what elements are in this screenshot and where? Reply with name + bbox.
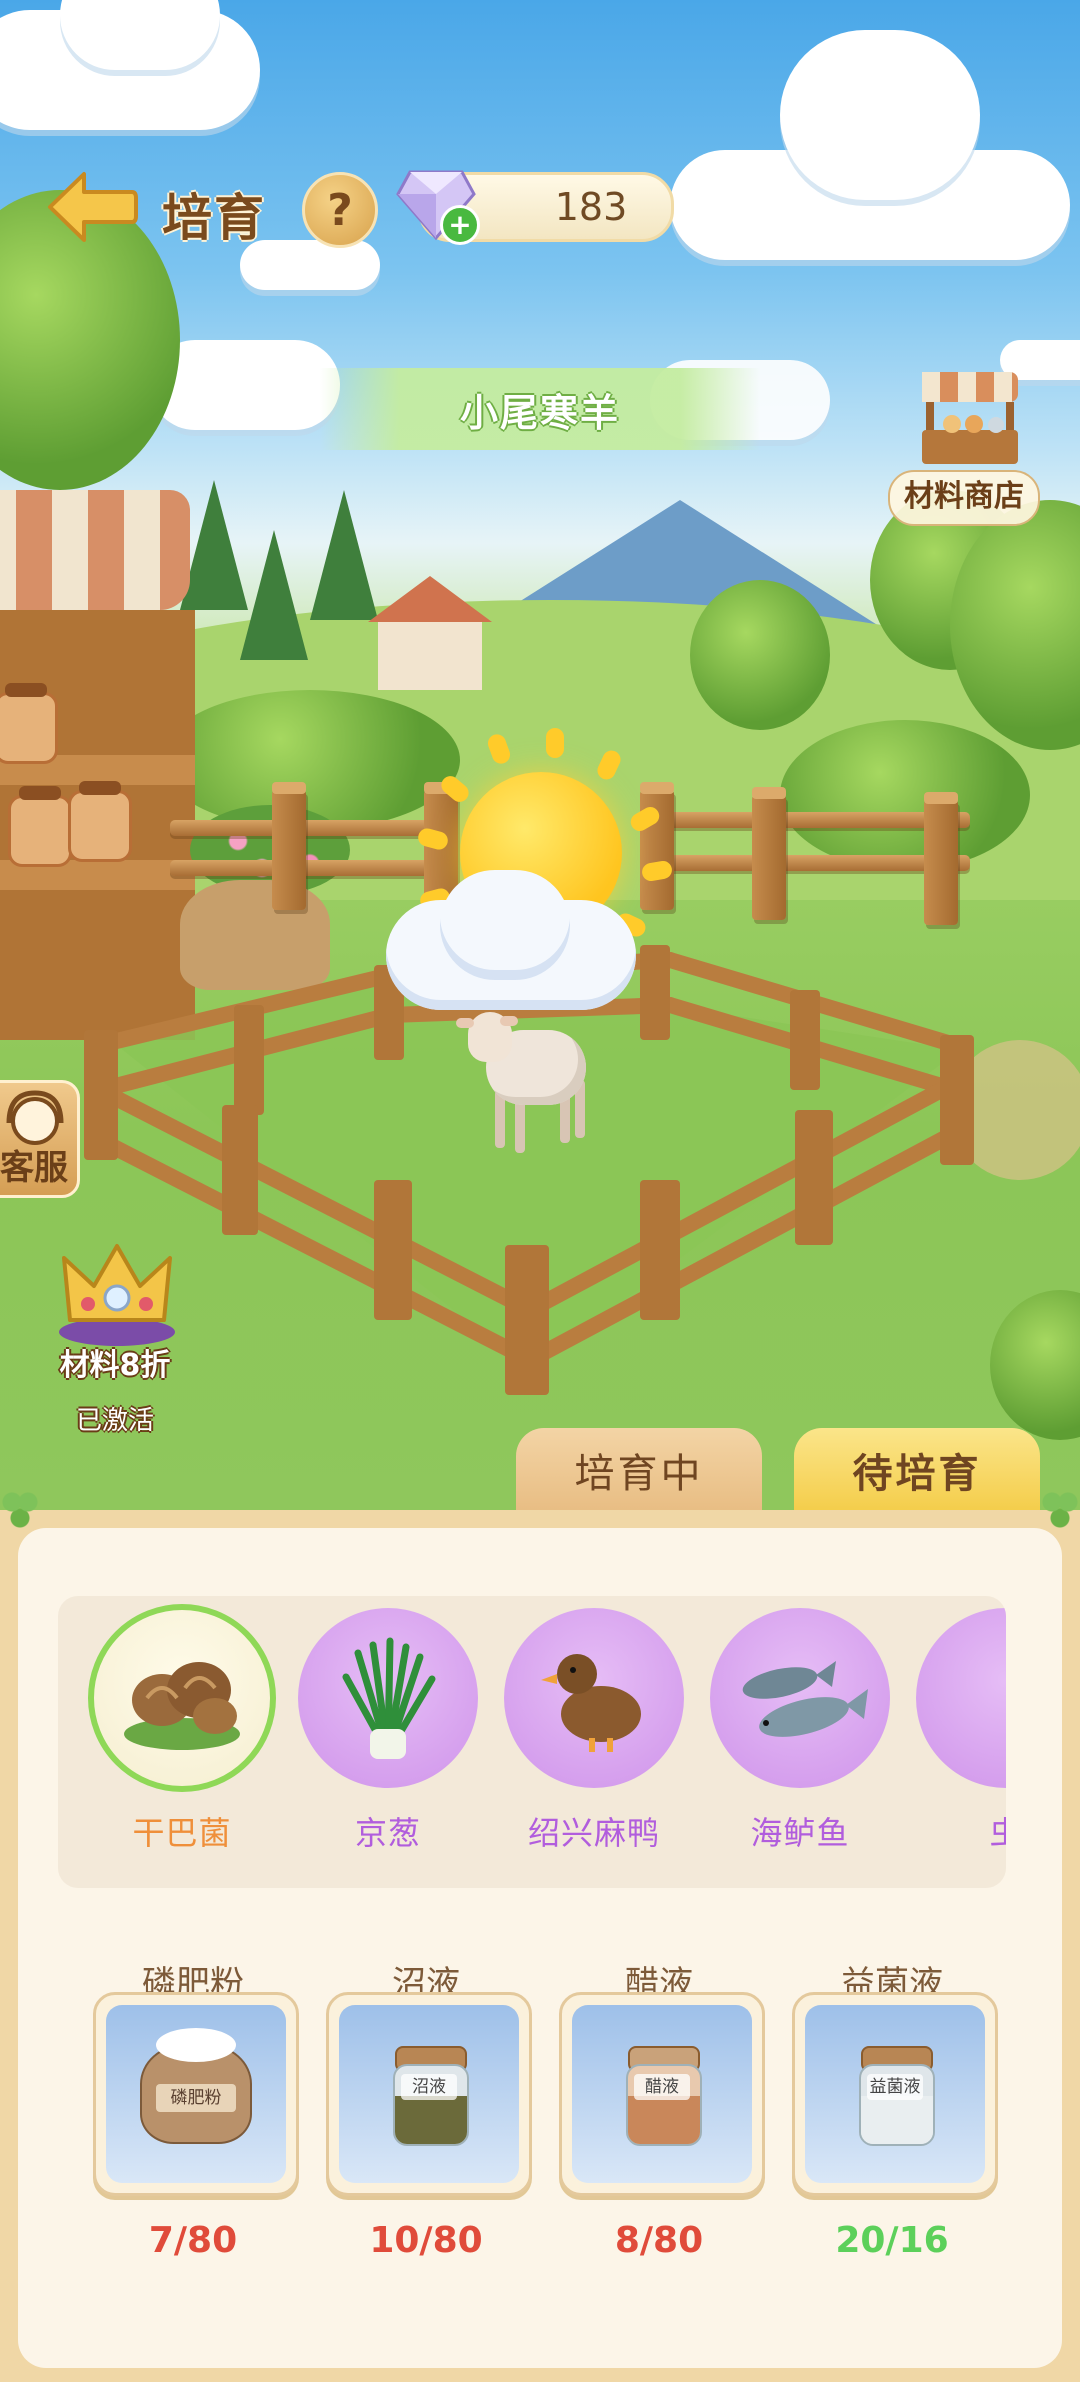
discount-label: 材料8折 — [59, 1348, 171, 1383]
discount-status: 已激活 — [75, 1406, 154, 1436]
item-partial[interactable]: 虫 — [916, 1608, 1006, 1878]
duck-icon — [541, 1654, 641, 1752]
add-gems-button[interactable]: + — [440, 205, 480, 245]
material-phosphate[interactable]: 磷肥粉 磷肥粉 7/80 — [93, 1956, 299, 2266]
vinegar-jar-icon: 醋液 — [626, 2046, 702, 2146]
material-biogas[interactable]: 沼液 沼液 10/80 — [326, 1956, 532, 2266]
back-arrow-icon — [48, 172, 138, 242]
help-button[interactable]: ? — [302, 172, 378, 248]
material-count: 7/80 — [148, 2220, 238, 2261]
item-selector[interactable]: 干巴菌 京葱 绍兴麻鸭 海鲈鱼 — [58, 1596, 1006, 1888]
pet-name-banner: 小尾寒羊 — [320, 368, 760, 450]
material-probiotic[interactable]: 益菌液 益菌液 20/16 — [792, 1956, 998, 2266]
material-vinegar[interactable]: 醋液 醋液 8/80 — [559, 1956, 765, 2266]
tab-breeding[interactable]: 培育中 — [516, 1428, 762, 1512]
item-circle — [504, 1608, 684, 1788]
item-ganbajun[interactable]: 干巴菌 — [88, 1604, 276, 1878]
customer-service-label: 客服 — [0, 1148, 68, 1188]
fish-icon — [742, 1661, 868, 1737]
pet-name: 小尾寒羊 — [459, 390, 620, 435]
sheep-ear — [500, 1016, 518, 1026]
material-count: 8/80 — [614, 2220, 704, 2261]
shop-label: 材料商店 — [888, 470, 1040, 526]
gem-count: 183 — [554, 185, 628, 229]
item-label: 虫 — [906, 1808, 1006, 1854]
scallion-icon — [342, 1637, 436, 1759]
material-count: 20/16 — [835, 2220, 949, 2261]
material-slot: 磷肥粉 — [93, 1992, 299, 2196]
item-label: 京葱 — [354, 1814, 421, 1852]
item-circle — [88, 1604, 276, 1792]
fertilizer-sack-icon: 磷肥粉 — [140, 2028, 252, 2144]
item-label: 干巴菌 — [132, 1814, 232, 1852]
material-tag: 益菌液 — [867, 2074, 923, 2100]
material-slot: 醋液 — [559, 1992, 765, 2196]
back-button[interactable] — [46, 168, 138, 246]
mushroom-icon — [124, 1662, 240, 1750]
crown-icon — [59, 1244, 175, 1346]
partial-item-icon — [916, 1608, 1006, 1788]
item-label: 绍兴麻鸭 — [527, 1814, 660, 1852]
shop-stall-icon — [922, 372, 1018, 464]
help-icon: ? — [327, 184, 353, 236]
item-label: 海鲈鱼 — [750, 1814, 850, 1852]
material-count: 10/80 — [369, 2220, 483, 2261]
clover-decoration — [1040, 1490, 1080, 1530]
plus-icon: + — [448, 208, 472, 241]
clover-decoration — [0, 1490, 40, 1530]
probiotic-jar-icon: 益菌液 — [859, 2046, 935, 2146]
tab-pending[interactable]: 待培育 — [794, 1428, 1040, 1512]
item-jingcong[interactable]: 京葱 — [298, 1608, 478, 1878]
material-slot: 沼液 — [326, 1992, 532, 2196]
biogas-jar-icon: 沼液 — [393, 2046, 469, 2146]
material-slot: 益菌液 — [792, 1992, 998, 2196]
material-tag: 醋液 — [634, 2074, 690, 2100]
item-circle — [298, 1608, 478, 1788]
item-shaoxing-duck[interactable]: 绍兴麻鸭 — [504, 1608, 684, 1878]
material-tag: 磷肥粉 — [156, 2084, 236, 2112]
page-title: 培育 — [162, 189, 266, 247]
material-tag: 沼液 — [401, 2074, 457, 2100]
item-circle — [710, 1608, 890, 1788]
sheep-ear — [456, 1018, 474, 1028]
item-sea-bass[interactable]: 海鲈鱼 — [710, 1608, 890, 1878]
